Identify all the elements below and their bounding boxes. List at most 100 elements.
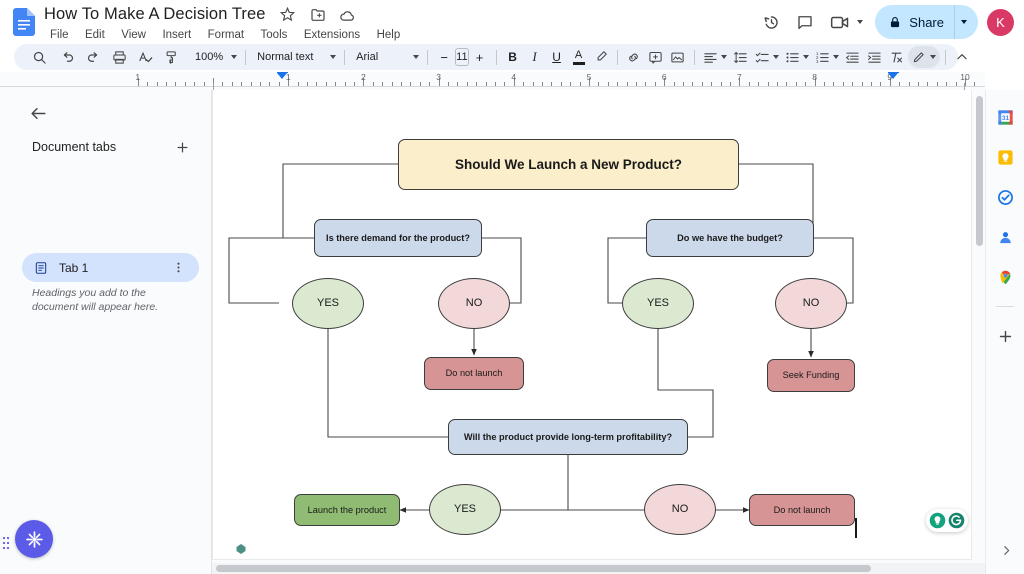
line-spacing-icon[interactable] (730, 46, 752, 68)
text-color-button[interactable]: A (568, 46, 590, 68)
ruler-number: 1 (135, 72, 140, 82)
insert-link-icon[interactable] (623, 46, 645, 68)
gemini-assistant-icon[interactable] (15, 520, 53, 558)
zoom-level-value: 100% (192, 51, 226, 63)
vertical-scrollbar-thumb[interactable] (976, 96, 983, 246)
docs-logo-icon[interactable] (13, 8, 35, 36)
meet-button[interactable] (823, 6, 869, 38)
document-page[interactable]: Should We Launch a New Product? Is there … (212, 90, 972, 560)
diagram-node-profit[interactable]: Will the product provide long-term profi… (448, 419, 688, 455)
ruler-tick (241, 82, 242, 86)
editing-mode-button[interactable] (908, 46, 940, 68)
google-calendar-icon[interactable]: 31 (992, 104, 1018, 130)
horizontal-ruler[interactable]: 112345678910 (0, 72, 985, 90)
move-to-folder-icon[interactable] (310, 4, 330, 24)
ruler-tick (476, 82, 477, 86)
chevron-down-icon[interactable] (857, 20, 863, 24)
increase-font-size-button[interactable]: + (469, 46, 491, 68)
ruler-tick (692, 82, 693, 86)
version-history-icon[interactable] (755, 6, 787, 38)
menu-extensions[interactable]: Extensions (298, 27, 366, 44)
add-ons-plus-icon[interactable] (992, 323, 1018, 349)
more-options-icon[interactable] (169, 259, 187, 277)
align-dropdown[interactable] (700, 46, 730, 68)
add-comment-icon[interactable] (645, 46, 667, 68)
clear-formatting-icon[interactable] (886, 46, 908, 68)
grammarly-widget[interactable] (926, 509, 968, 532)
ruler-tick (204, 82, 205, 86)
text-color-swatch (573, 62, 585, 65)
decrease-font-size-button[interactable]: − (433, 46, 455, 68)
diagram-node-no1[interactable]: NO (438, 278, 510, 329)
cloud-saved-icon[interactable] (339, 4, 359, 24)
bulleted-list-dropdown[interactable] (782, 46, 812, 68)
insert-image-icon[interactable] (667, 46, 689, 68)
redo-icon[interactable] (82, 46, 104, 68)
search-icon[interactable] (28, 46, 50, 68)
avatar[interactable]: K (987, 9, 1014, 36)
ruler-tick (711, 82, 712, 86)
decrease-indent-icon[interactable] (842, 46, 864, 68)
increase-indent-icon[interactable] (864, 46, 886, 68)
diagram-node-dnl1[interactable]: Do not launch (424, 357, 524, 390)
sidebar-item-tab-1[interactable]: Tab 1 (22, 253, 199, 282)
diagram-node-budget[interactable]: Do we have the budget? (646, 219, 814, 257)
comment-history-icon[interactable] (789, 6, 821, 38)
expand-side-panel-chevron-icon[interactable] (998, 542, 1014, 558)
diagram-node-yes2[interactable]: YES (622, 278, 694, 329)
bold-button[interactable]: B (502, 46, 524, 68)
google-maps-icon[interactable] (992, 264, 1018, 290)
spellcheck-icon[interactable] (134, 46, 156, 68)
share-button[interactable]: Share (875, 5, 954, 39)
diagram-node-launch[interactable]: Launch the product (294, 494, 400, 526)
horizontal-scrollbar-thumb[interactable] (216, 565, 871, 572)
left-indent-marker[interactable] (277, 73, 288, 83)
toolbar-divider (245, 50, 246, 65)
google-tasks-icon[interactable] (992, 184, 1018, 210)
drag-handle[interactable] (2, 536, 10, 550)
share-dropdown-button[interactable] (954, 5, 978, 39)
print-icon[interactable] (108, 46, 130, 68)
underline-button[interactable]: U (546, 46, 568, 68)
highlight-pen-icon[interactable] (590, 46, 612, 68)
font-size-input[interactable]: 11 (455, 48, 468, 66)
numbered-list-dropdown[interactable]: 123 (812, 46, 842, 68)
google-keep-icon[interactable] (992, 144, 1018, 170)
menu-file[interactable]: File (44, 27, 75, 44)
grammarly-logo-icon[interactable] (948, 512, 965, 529)
font-family-dropdown[interactable]: Arial (350, 46, 422, 68)
ruler-tick (721, 82, 722, 86)
page-title[interactable]: How To Make A Decision Tree (44, 5, 266, 24)
menu-tools[interactable]: Tools (255, 27, 294, 44)
menu-format[interactable]: Format (202, 27, 250, 44)
italic-button[interactable]: I (524, 46, 546, 68)
zoom-level-dropdown[interactable]: 100% (189, 46, 240, 68)
star-icon[interactable] (280, 4, 300, 24)
diagram-node-yes1[interactable]: YES (292, 278, 364, 329)
checklist-dropdown[interactable] (752, 46, 782, 68)
diagram-node-demand[interactable]: Is there demand for the product? (314, 219, 482, 257)
right-indent-marker[interactable] (888, 73, 899, 83)
diagram-node-no3[interactable]: NO (644, 484, 716, 535)
back-arrow-icon[interactable] (24, 99, 52, 127)
add-tab-icon[interactable] (172, 137, 192, 157)
diagram-node-no2[interactable]: NO (775, 278, 847, 329)
menu-view[interactable]: View (115, 27, 152, 44)
chevron-down-icon (930, 55, 936, 59)
paragraph-style-dropdown[interactable]: Normal text (251, 46, 339, 68)
menu-edit[interactable]: Edit (79, 27, 111, 44)
document-scroll-area[interactable]: Should We Launch a New Product? Is there … (212, 90, 985, 574)
diagram-node-yes3[interactable]: YES (429, 484, 501, 535)
diagram-node-root[interactable]: Should We Launch a New Product? (398, 139, 739, 190)
paint-format-icon[interactable] (160, 46, 182, 68)
undo-icon[interactable] (56, 46, 78, 68)
google-contacts-icon[interactable] (992, 224, 1018, 250)
numbered-list-icon: 123 (815, 50, 830, 65)
grammarly-suggestion-icon[interactable] (929, 512, 946, 529)
diagram-node-dnl2[interactable]: Do not launch (749, 494, 855, 526)
menu-insert[interactable]: Insert (156, 27, 197, 44)
diagram-node-seekfund[interactable]: Seek Funding (767, 359, 855, 392)
collapse-toolbar-chevron-icon[interactable] (951, 46, 973, 68)
menu-help[interactable]: Help (371, 27, 407, 44)
paragraph-style-value: Normal text (254, 51, 316, 63)
